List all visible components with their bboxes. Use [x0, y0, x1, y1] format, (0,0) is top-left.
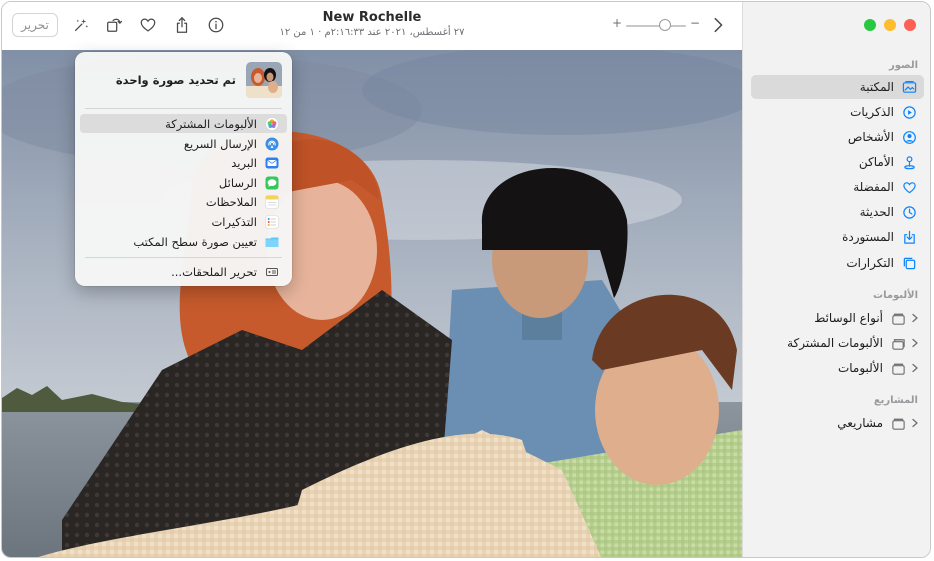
- share-airdrop[interactable]: الإرسال السريع: [80, 134, 287, 153]
- share-menu-header: تم تحديد صورة واحدة: [85, 62, 282, 98]
- sidebar-item-shared-albums[interactable]: الألبومات المشتركة: [751, 331, 924, 355]
- sidebar-item-places[interactable]: الأماكن: [751, 150, 924, 174]
- share-shared-albums[interactable]: الألبومات المشتركة: [80, 114, 287, 133]
- shared-folder-icon: [890, 335, 906, 351]
- menu-item-label: الملاحظات: [205, 194, 257, 209]
- zoom-in-label: +: [612, 16, 623, 30]
- heart-icon[interactable]: [137, 14, 159, 36]
- zoom-track[interactable]: [626, 25, 686, 27]
- sidebar-item-label: المستوردة: [842, 230, 894, 244]
- menu-item-label: التذكيرات: [211, 214, 257, 229]
- menu-item-label: الإرسال السريع: [183, 136, 257, 151]
- window-controls: [864, 19, 916, 31]
- section-header-projects: المشاريع: [873, 395, 918, 406]
- share-icon[interactable]: [171, 14, 193, 36]
- people-icon: [901, 129, 917, 145]
- sidebar-item-label: الأماكن: [858, 155, 894, 169]
- photo-title: New Rochelle: [322, 10, 422, 25]
- extensions-icon: [265, 265, 279, 279]
- sidebar-item-duplicates[interactable]: التكرارات: [751, 251, 924, 275]
- chevron-right-icon[interactable]: [708, 14, 728, 36]
- menu-item-label: تحرير الملحقات...: [171, 264, 257, 279]
- edit-extensions[interactable]: تحرير الملحقات...: [80, 262, 287, 281]
- info-icon[interactable]: [205, 14, 227, 36]
- zoom-out-label: −: [689, 16, 700, 30]
- sidebar-item-label: التكرارات: [846, 256, 894, 270]
- close-window-button[interactable]: [904, 19, 916, 31]
- zoom-window-button[interactable]: [864, 19, 876, 31]
- sidebar-item-imports[interactable]: المستوردة: [751, 225, 924, 249]
- menu-item-label: الألبومات المشتركة: [165, 116, 257, 131]
- sidebar-item-label: مشاريعي: [837, 416, 883, 430]
- sidebar-item-recents[interactable]: الحديثة: [751, 200, 924, 224]
- favorites-icon: [901, 179, 917, 195]
- section-header-albums: الألبومات: [873, 290, 918, 301]
- sidebar-item-favorites[interactable]: المفضلة: [751, 175, 924, 199]
- share-desktop-picture[interactable]: تعيين صورة سطح المكتب: [80, 232, 287, 251]
- sidebar-item-label: الألبومات المشتركة: [787, 336, 883, 350]
- share-menu-title: تم تحديد صورة واحدة: [115, 73, 236, 87]
- toolbar: تحرير New Rochelle ٢٧ أغسطس، ٢٠٢١ عند ٢:…: [2, 2, 742, 51]
- photo-date: ٢٧ أغسطس، ٢٠٢١ عند ٢:١٦:٣٣م · ١ من ١٢: [279, 27, 465, 38]
- mail-icon: [265, 156, 279, 170]
- selected-photo-thumbnail: [246, 62, 282, 98]
- duplicates-icon: [901, 255, 917, 271]
- chevron-right-icon[interactable]: [910, 418, 920, 428]
- sidebar-item-my-projects[interactable]: مشاريعي: [751, 411, 924, 435]
- folder-icon: [890, 310, 906, 326]
- shared-albums-icon: [265, 116, 279, 131]
- menu-separator: [85, 108, 282, 109]
- reminders-icon: [265, 214, 279, 229]
- zoom-knob[interactable]: [659, 19, 671, 31]
- folder-icon: [890, 360, 906, 376]
- chevron-right-icon[interactable]: [910, 363, 920, 373]
- folder-icon: [890, 415, 906, 431]
- menu-separator: [85, 257, 282, 258]
- share-messages[interactable]: الرسائل: [80, 173, 287, 192]
- photo-title-block: New Rochelle ٢٧ أغسطس، ٢٠٢١ عند ٢:١٦:٣٣م…: [262, 10, 482, 38]
- photos-window: تحرير New Rochelle ٢٧ أغسطس، ٢٠٢١ عند ٢:…: [1, 1, 931, 558]
- section-header-photos: الصور: [888, 60, 918, 71]
- sidebar-item-people[interactable]: الأشخاص: [751, 125, 924, 149]
- menu-item-label: تعيين صورة سطح المكتب: [133, 234, 257, 249]
- sidebar-item-media-types[interactable]: أنواع الوسائط: [751, 306, 924, 330]
- memories-icon: [901, 104, 917, 120]
- sidebar: الصور المكتبة الذكريات الأشخاص الأماكن ا…: [742, 2, 930, 557]
- minimize-window-button[interactable]: [884, 19, 896, 31]
- share-mail[interactable]: البريد: [80, 153, 287, 172]
- sidebar-item-label: الألبومات: [837, 361, 883, 375]
- places-icon: [901, 154, 917, 170]
- magic-wand-icon[interactable]: [70, 14, 92, 36]
- rotate-icon[interactable]: [103, 14, 125, 36]
- desktop-picture-icon: [265, 235, 279, 249]
- share-reminders[interactable]: التذكيرات: [80, 212, 287, 231]
- share-notes[interactable]: الملاحظات: [80, 192, 287, 211]
- imports-icon: [901, 229, 917, 245]
- messages-icon: [265, 176, 279, 190]
- sidebar-item-memories[interactable]: الذكريات: [751, 100, 924, 124]
- chevron-right-icon[interactable]: [910, 313, 920, 323]
- recents-icon: [901, 204, 917, 220]
- share-menu: تم تحديد صورة واحدة الألبومات المشتركة ا…: [75, 52, 292, 286]
- sidebar-item-library[interactable]: المكتبة: [751, 75, 924, 99]
- zoom-slider[interactable]: + −: [612, 16, 700, 34]
- menu-item-label: الرسائل: [218, 175, 257, 190]
- sidebar-item-label: المفضلة: [853, 180, 894, 194]
- library-icon: [901, 79, 917, 95]
- airdrop-icon: [265, 137, 279, 151]
- main-area: تحرير New Rochelle ٢٧ أغسطس، ٢٠٢١ عند ٢:…: [2, 2, 742, 557]
- chevron-right-icon[interactable]: [910, 338, 920, 348]
- sidebar-item-label: الأشخاص: [847, 130, 894, 144]
- sidebar-item-albums[interactable]: الألبومات: [751, 356, 924, 380]
- sidebar-item-label: الذكريات: [850, 105, 894, 119]
- menu-item-label: البريد: [231, 155, 257, 170]
- notes-icon: [265, 194, 279, 209]
- sidebar-item-label: أنواع الوسائط: [814, 311, 883, 325]
- sidebar-item-label: المكتبة: [859, 80, 894, 94]
- sidebar-item-label: الحديثة: [859, 205, 894, 219]
- edit-button[interactable]: تحرير: [12, 13, 58, 37]
